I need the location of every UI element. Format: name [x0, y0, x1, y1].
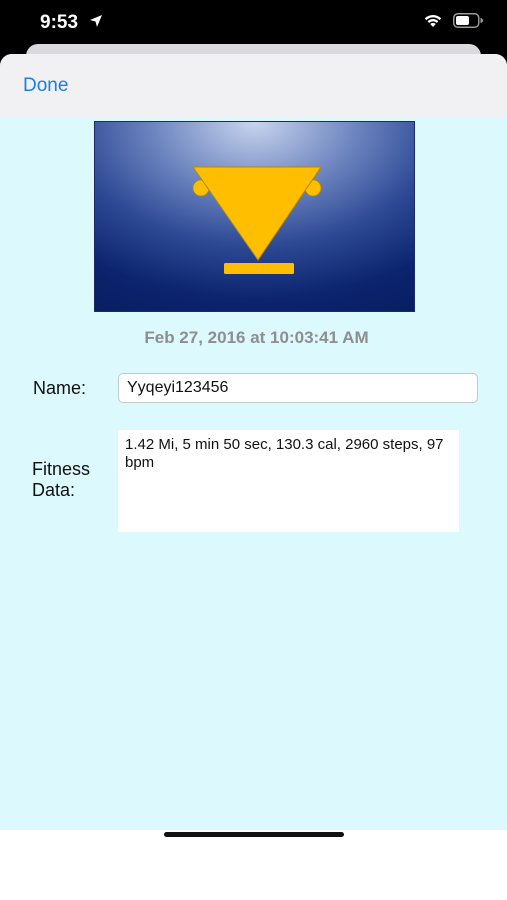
status-icons: [423, 13, 483, 33]
bottom-safe-area: [0, 830, 507, 900]
home-indicator[interactable]: [164, 832, 344, 837]
battery-icon: [453, 13, 483, 33]
entry-date: Feb 27, 2016 at 10:03:41 AM: [144, 328, 369, 347]
status-bar: 9:53: [0, 0, 507, 46]
done-button[interactable]: Done: [23, 75, 68, 97]
trophy-icon: [192, 166, 322, 274]
trophy-image[interactable]: [94, 121, 415, 312]
navigation-bar: Done: [0, 54, 507, 118]
name-label: Name:: [33, 378, 87, 398]
fitness-data-label: Fitness Data:: [32, 459, 90, 501]
name-input[interactable]: [118, 373, 478, 403]
wifi-icon: [423, 13, 443, 33]
fitness-data-textarea[interactable]: 1.42 Mi, 5 min 50 sec, 130.3 cal, 2960 s…: [118, 430, 459, 532]
status-time: 9:53: [40, 12, 79, 33]
fitness-label-line-2: Data:: [32, 480, 76, 500]
fitness-label-line-1: Fitness: [32, 459, 91, 479]
location-arrow-icon: [89, 14, 103, 33]
entry-detail-view: Feb 27, 2016 at 10:03:41 AM Name: Fitnes…: [0, 118, 507, 830]
modal-sheet: Done Feb 27, 2016 at 10:03:41 AM Name: F…: [0, 54, 507, 900]
